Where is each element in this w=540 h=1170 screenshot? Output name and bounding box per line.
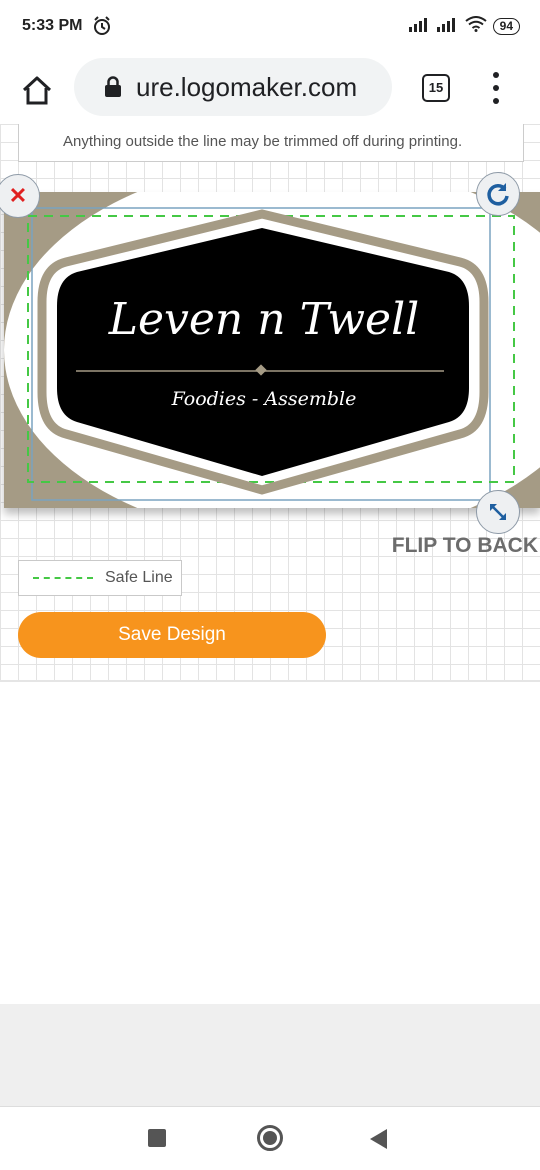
save-design-button[interactable]: Save Design bbox=[18, 612, 326, 658]
status-time: 5:33 PM bbox=[22, 17, 83, 34]
recents-icon[interactable] bbox=[148, 1129, 166, 1147]
system-nav-bar bbox=[0, 1106, 540, 1170]
home-icon[interactable] bbox=[20, 74, 54, 108]
print-notice: Anything outside the line may be trimmed… bbox=[18, 124, 524, 162]
alarm-icon bbox=[92, 16, 112, 41]
resize-icon bbox=[490, 504, 506, 520]
rotate-handle[interactable] bbox=[476, 172, 520, 216]
browser-toolbar: ure.logomaker.com 15 bbox=[0, 56, 540, 124]
home-circle-icon[interactable] bbox=[257, 1125, 283, 1151]
flip-to-back-button[interactable]: FLIP TO BACK bbox=[392, 534, 538, 558]
logo-title[interactable]: Leven n Twell bbox=[64, 294, 464, 345]
status-indicators: 94 bbox=[408, 16, 520, 37]
logo-tagline[interactable]: Foodies - Assemble bbox=[64, 388, 464, 410]
address-bar[interactable]: ure.logomaker.com bbox=[74, 58, 392, 116]
url-text: ure.logomaker.com bbox=[136, 71, 358, 102]
page-footer bbox=[0, 1004, 540, 1106]
safe-line-swatch bbox=[33, 577, 93, 579]
canvas-artwork bbox=[4, 192, 540, 508]
more-vert-icon[interactable] bbox=[490, 72, 502, 104]
signal-icon bbox=[436, 16, 459, 37]
resize-handle[interactable] bbox=[476, 490, 520, 534]
tabs-icon[interactable]: 15 bbox=[422, 74, 450, 102]
design-editor: Anything outside the line may be trimmed… bbox=[0, 124, 540, 682]
editor-divider bbox=[0, 680, 540, 682]
back-icon[interactable] bbox=[370, 1129, 387, 1149]
battery-icon: 94 bbox=[492, 18, 520, 35]
signal-icon bbox=[408, 16, 431, 37]
status-bar: 5:33 PM 94 bbox=[0, 0, 540, 56]
rotate-icon bbox=[487, 183, 509, 206]
wifi-icon bbox=[465, 16, 487, 37]
safe-line-label: Safe Line bbox=[105, 569, 173, 586]
close-icon: ✕ bbox=[8, 183, 28, 208]
safe-line-legend: Safe Line bbox=[18, 560, 182, 596]
design-canvas[interactable]: Leven n Twell Foodies - Assemble bbox=[4, 192, 540, 508]
lock-icon bbox=[104, 76, 122, 98]
